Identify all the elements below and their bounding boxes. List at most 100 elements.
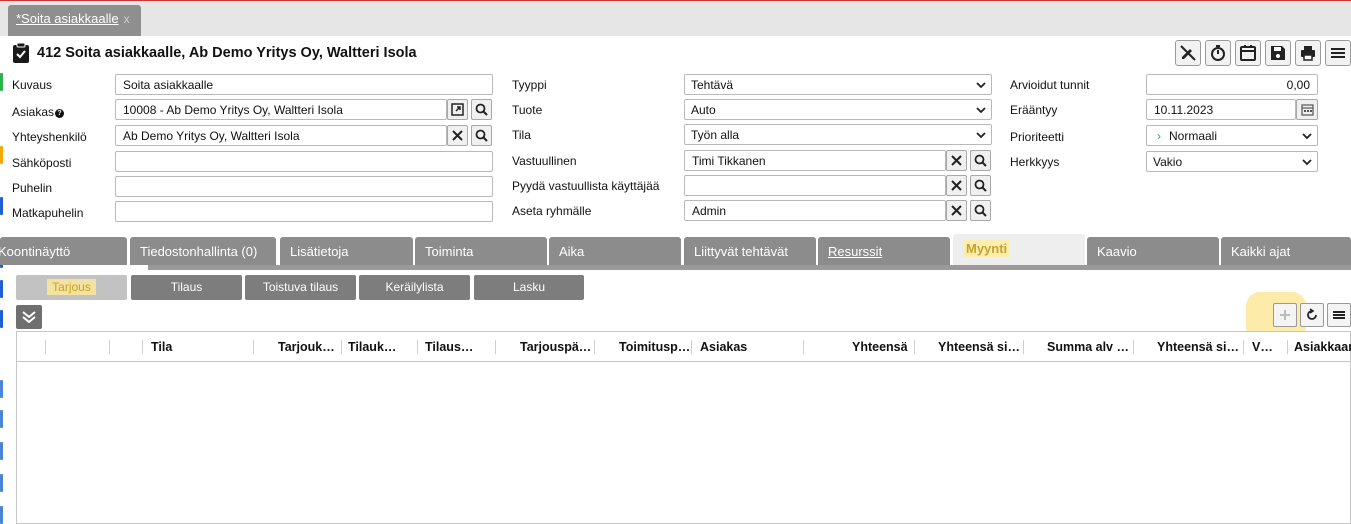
column-separator: [109, 340, 110, 354]
plus-icon: [1280, 310, 1290, 320]
marker-lightblue: [0, 410, 3, 428]
subtab-keraílylista[interactable]: Keräilylista: [359, 275, 470, 300]
clear-contact-button[interactable]: [447, 125, 468, 146]
yhteyshenkilo-input[interactable]: Ab Demo Yritys Oy, Waltteri Isola: [115, 125, 447, 146]
tila-value: Työn alla: [691, 128, 740, 142]
open-customer-button[interactable]: [447, 99, 468, 120]
tab-kaikki-ajat[interactable]: Kaikki ajat: [1221, 237, 1351, 265]
search-responsible-button[interactable]: [970, 150, 991, 171]
column-separator: [142, 340, 143, 354]
vastuullinen-input[interactable]: Timi Tikkanen: [684, 150, 946, 171]
add-button[interactable]: [1273, 303, 1297, 327]
marker-lightblue: [0, 442, 3, 460]
tyyppi-value: Tehtävä: [691, 78, 734, 92]
save-button[interactable]: [1265, 40, 1291, 66]
column-header-tarjouspaiva[interactable]: Tarjouspä…: [520, 340, 591, 354]
clear-group-button[interactable]: [946, 200, 967, 221]
column-header-tarjous[interactable]: Tarjouk…: [278, 340, 335, 354]
subtab-lasku[interactable]: Lasku: [474, 275, 584, 300]
marker-lightblue: [0, 506, 3, 524]
grid-toolbar: [1273, 303, 1351, 327]
tab-tiedostonhallinta[interactable]: Tiedostonhallinta (0): [130, 237, 276, 265]
clear-responsible-button[interactable]: [946, 150, 967, 171]
main-tabs: Koontinäyttö Tiedostonhallinta (0) Lisät…: [0, 234, 1351, 265]
column-separator: [1287, 340, 1288, 354]
asiakas-input[interactable]: 10008 - Ab Demo Yritys Oy, Waltteri Isol…: [115, 99, 447, 120]
prioriteetti-select[interactable]: › Normaali: [1146, 125, 1318, 146]
column-header-tila[interactable]: Tila: [151, 340, 172, 354]
menu-button[interactable]: [1325, 40, 1351, 66]
search-request-button[interactable]: [970, 175, 991, 196]
calendar-icon: [1300, 104, 1314, 116]
column-separator: [914, 340, 915, 354]
pyyda-input[interactable]: [684, 175, 946, 196]
column-header-yhteensa-si-2[interactable]: Yhteensä si…: [1157, 340, 1239, 354]
tyyppi-label: Tyyppi: [512, 78, 547, 92]
date-picker-button[interactable]: [1296, 99, 1318, 120]
marker-blue: [0, 310, 3, 328]
column-header-tilaus[interactable]: Tilaus…: [425, 340, 473, 354]
tab-lisatietoja[interactable]: Lisätietoja: [280, 237, 413, 265]
marker-lightblue: [0, 474, 3, 492]
search-icon: [974, 154, 987, 167]
tab-kaavio[interactable]: Kaavio: [1087, 237, 1219, 265]
arvioidut-input[interactable]: 0,00: [1146, 74, 1318, 95]
sahkoposti-input[interactable]: [115, 151, 493, 172]
column-header-tilaukset[interactable]: Tilauk…: [348, 340, 396, 354]
column-header-v[interactable]: V…: [1252, 340, 1273, 354]
ryhma-label: Aseta ryhmälle: [512, 204, 592, 218]
clear-request-button[interactable]: [946, 175, 967, 196]
column-header-asiakas[interactable]: Asiakas: [700, 340, 747, 354]
tab-myynti-label: Myynti: [963, 240, 1011, 257]
column-header-yhteensa-si-1[interactable]: Yhteensä si…: [938, 340, 1020, 354]
open-external-icon: [451, 103, 464, 116]
search-customer-button[interactable]: [471, 99, 492, 120]
search-contact-button[interactable]: [471, 125, 492, 146]
refresh-button[interactable]: [1300, 303, 1324, 327]
print-icon: [1301, 46, 1315, 61]
column-header-toimituspaiva[interactable]: Toimitusp…: [619, 340, 690, 354]
print-button[interactable]: [1295, 40, 1321, 66]
document-tab-close-icon[interactable]: x: [124, 12, 130, 26]
tyyppi-select[interactable]: Tehtävä: [684, 74, 992, 95]
subtab-tarjous[interactable]: Tarjous: [16, 275, 127, 300]
timer-button[interactable]: [1205, 40, 1231, 66]
eraantyy-input[interactable]: 10.11.2023: [1146, 99, 1296, 120]
tab-liittyvat-tehtavat[interactable]: Liittyvät tehtävät: [684, 237, 816, 265]
tab-toiminta[interactable]: Toiminta: [415, 237, 547, 265]
close-icon: [452, 130, 463, 141]
priority-marker-icon: ›: [1157, 129, 1161, 143]
search-group-button[interactable]: [970, 200, 991, 221]
puhelin-input[interactable]: [115, 176, 493, 197]
tab-myynti[interactable]: Myynti: [953, 234, 1085, 265]
tila-select[interactable]: Työn alla: [684, 124, 992, 145]
tab-aika[interactable]: Aika: [549, 237, 681, 265]
info-icon[interactable]: ?: [55, 109, 65, 118]
document-tab-bar: *Soita asiakkaalle x: [0, 0, 1351, 36]
document-tab-title[interactable]: *Soita asiakkaalle: [16, 11, 119, 26]
calendar-add-button[interactable]: [1235, 40, 1261, 66]
puhelin-label: Puhelin: [12, 181, 53, 195]
subtab-toistuva-tilaus[interactable]: Toistuva tilaus: [245, 275, 356, 300]
column-separator: [1023, 340, 1024, 354]
tuote-select[interactable]: Auto: [684, 99, 992, 120]
column-header-yhteensa[interactable]: Yhteensä: [852, 340, 908, 354]
grid-menu-button[interactable]: [1327, 303, 1351, 327]
column-separator: [594, 340, 595, 354]
asiakas-label: Asiakas?: [12, 105, 65, 119]
timer-icon: [1211, 45, 1225, 61]
collapse-button[interactable]: [16, 305, 42, 329]
matkapuhelin-input[interactable]: [115, 201, 493, 222]
column-header-asiakkaan[interactable]: Asiakkaan: [1294, 340, 1351, 354]
subtab-tilaus[interactable]: Tilaus: [131, 275, 242, 300]
matkapuhelin-label: Matkapuhelin: [12, 206, 84, 220]
kuvaus-label: Kuvaus: [12, 78, 53, 92]
kuvaus-input[interactable]: Soita asiakkaalle: [115, 74, 493, 95]
ryhma-input[interactable]: Admin: [684, 200, 946, 221]
herkkyys-select[interactable]: Vakio: [1146, 151, 1318, 172]
column-header-summa-alv[interactable]: Summa alv …: [1047, 340, 1129, 354]
edit-off-button[interactable]: [1175, 40, 1201, 66]
tab-koontinaytto[interactable]: Koontinäyttö: [0, 237, 127, 265]
tab-resurssit[interactable]: Resurssit: [818, 237, 950, 265]
document-tab[interactable]: *Soita asiakkaalle x: [8, 5, 141, 36]
